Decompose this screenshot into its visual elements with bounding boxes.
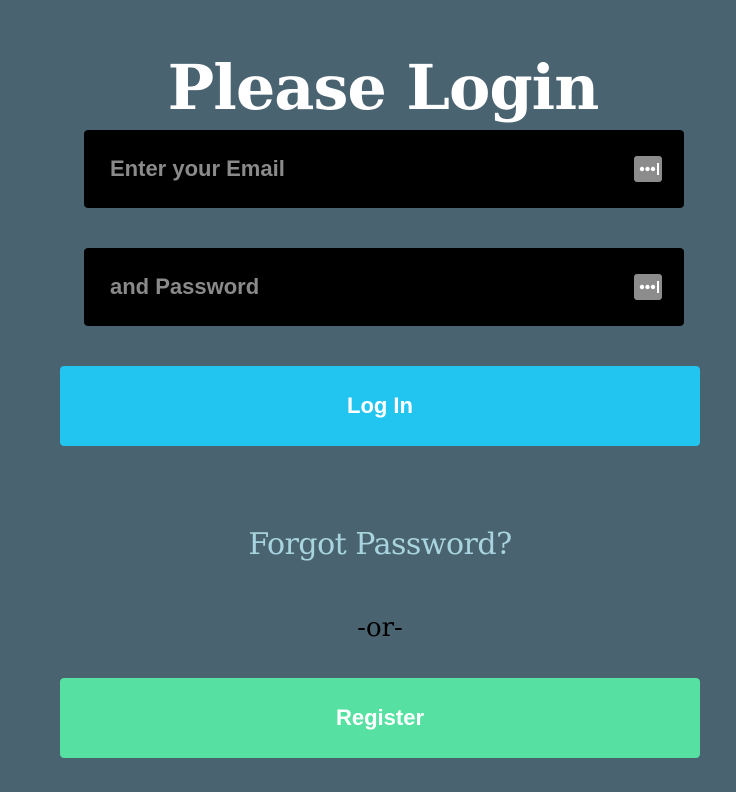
- or-divider: -or-: [357, 613, 403, 643]
- forgot-password-link[interactable]: Forgot Password?: [0, 522, 736, 568]
- password-input[interactable]: [84, 248, 684, 326]
- login-button[interactable]: Log In: [60, 366, 700, 446]
- email-input[interactable]: [84, 130, 684, 208]
- email-field-container: [84, 130, 684, 208]
- register-button[interactable]: Register: [60, 678, 700, 758]
- password-manager-key-icon[interactable]: [634, 156, 662, 182]
- page-title: Please Login: [167, 50, 600, 124]
- password-field-container: [84, 248, 684, 326]
- password-manager-key-icon[interactable]: [634, 274, 662, 300]
